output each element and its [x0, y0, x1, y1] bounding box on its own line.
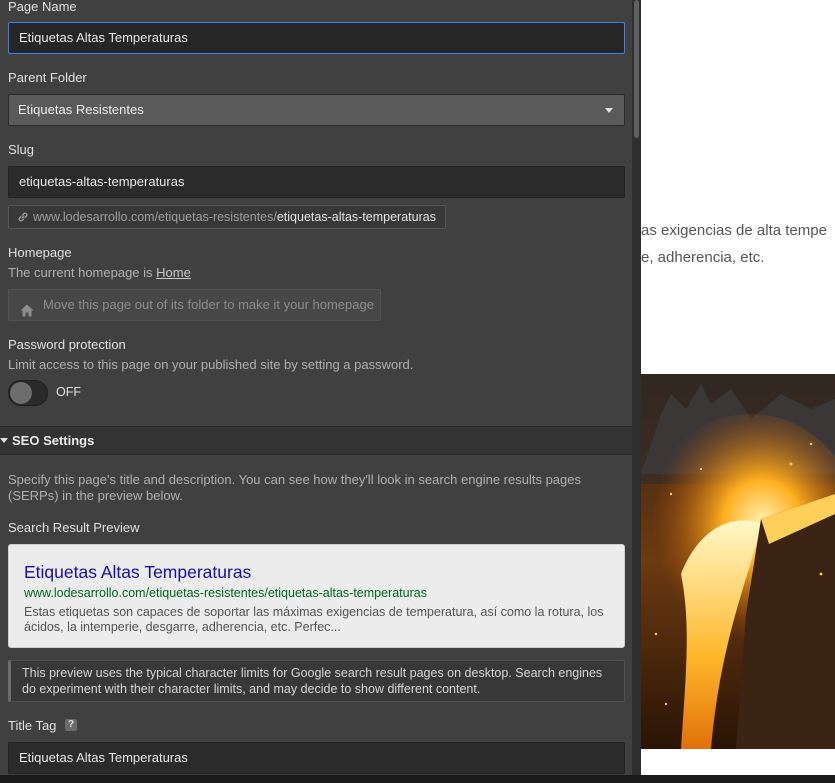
title-tag-input[interactable]: Etiquetas Altas Temperaturas — [8, 742, 625, 774]
page-name-label: Page Name — [8, 0, 77, 14]
search-result-preview: Etiquetas Altas Temperaturas www.lodesar… — [8, 544, 625, 648]
canvas-text-line-1: as exigencias de alta tempe — [641, 222, 827, 239]
canvas-text-line-2: e, adherencia, etc. — [641, 249, 765, 266]
move-to-homepage-label: Move this page out of its folder to make… — [43, 297, 374, 312]
title-tag-label: Title Tag — [8, 718, 57, 733]
slug-input[interactable]: etiquetas-altas-temperaturas — [8, 166, 625, 198]
parent-folder-value: Etiquetas Resistentes — [18, 102, 144, 117]
page-url-link[interactable]: www.lodesarrollo.com/etiquetas-resistent… — [8, 205, 446, 229]
password-label: Password protection — [8, 337, 126, 352]
triangle-down-icon — [0, 438, 8, 443]
seo-description: Specify this page's title and descriptio… — [8, 472, 581, 503]
page-name-input[interactable]: Etiquetas Altas Temperaturas — [8, 22, 625, 54]
toggle-knob — [10, 382, 32, 404]
password-toggle-label: OFF — [56, 385, 81, 399]
os-taskbar — [0, 775, 835, 783]
homepage-text: The current homepage is — [8, 265, 153, 280]
seo-settings-header[interactable]: SEO Settings — [0, 426, 632, 455]
parent-folder-label: Parent Folder — [8, 70, 87, 85]
serp-description: Estas etiquetas son capaces de soportar … — [24, 605, 604, 634]
designer-canvas: as exigencias de alta tempe e, adherenci… — [641, 0, 835, 775]
serp-title: Etiquetas Altas Temperaturas — [24, 562, 252, 582]
homepage-label: Homepage — [8, 245, 72, 260]
serp-url: www.lodesarrollo.com/etiquetas-resistent… — [24, 586, 427, 600]
page-settings-panel: Page Name Etiquetas Altas Temperaturas P… — [0, 0, 632, 775]
password-toggle[interactable] — [8, 380, 48, 406]
help-icon[interactable]: ? — [65, 719, 77, 731]
parent-folder-select[interactable]: Etiquetas Resistentes — [8, 94, 625, 126]
password-description: Limit access to this page on your publis… — [8, 357, 414, 372]
panel-scrollbar[interactable] — [632, 0, 641, 775]
scrollbar-thumb[interactable] — [634, 0, 639, 138]
seo-settings-title: SEO Settings — [12, 433, 95, 448]
molten-metal-image — [641, 374, 835, 749]
page-url-base: www.lodesarrollo.com/etiquetas-resistent… — [33, 210, 277, 224]
chevron-down-icon — [605, 108, 613, 113]
move-to-homepage-button[interactable]: Move this page out of its folder to make… — [8, 289, 381, 321]
slug-label: Slug — [8, 142, 35, 157]
preview-notice: This preview uses the typical character … — [8, 660, 625, 702]
page-url-slug: etiquetas-altas-temperaturas — [276, 210, 436, 224]
link-icon — [17, 208, 29, 230]
search-preview-label: Search Result Preview — [8, 520, 140, 535]
homepage-description: The current homepage is Home — [8, 265, 191, 280]
home-icon — [20, 298, 34, 328]
homepage-link[interactable]: Home — [156, 265, 191, 280]
